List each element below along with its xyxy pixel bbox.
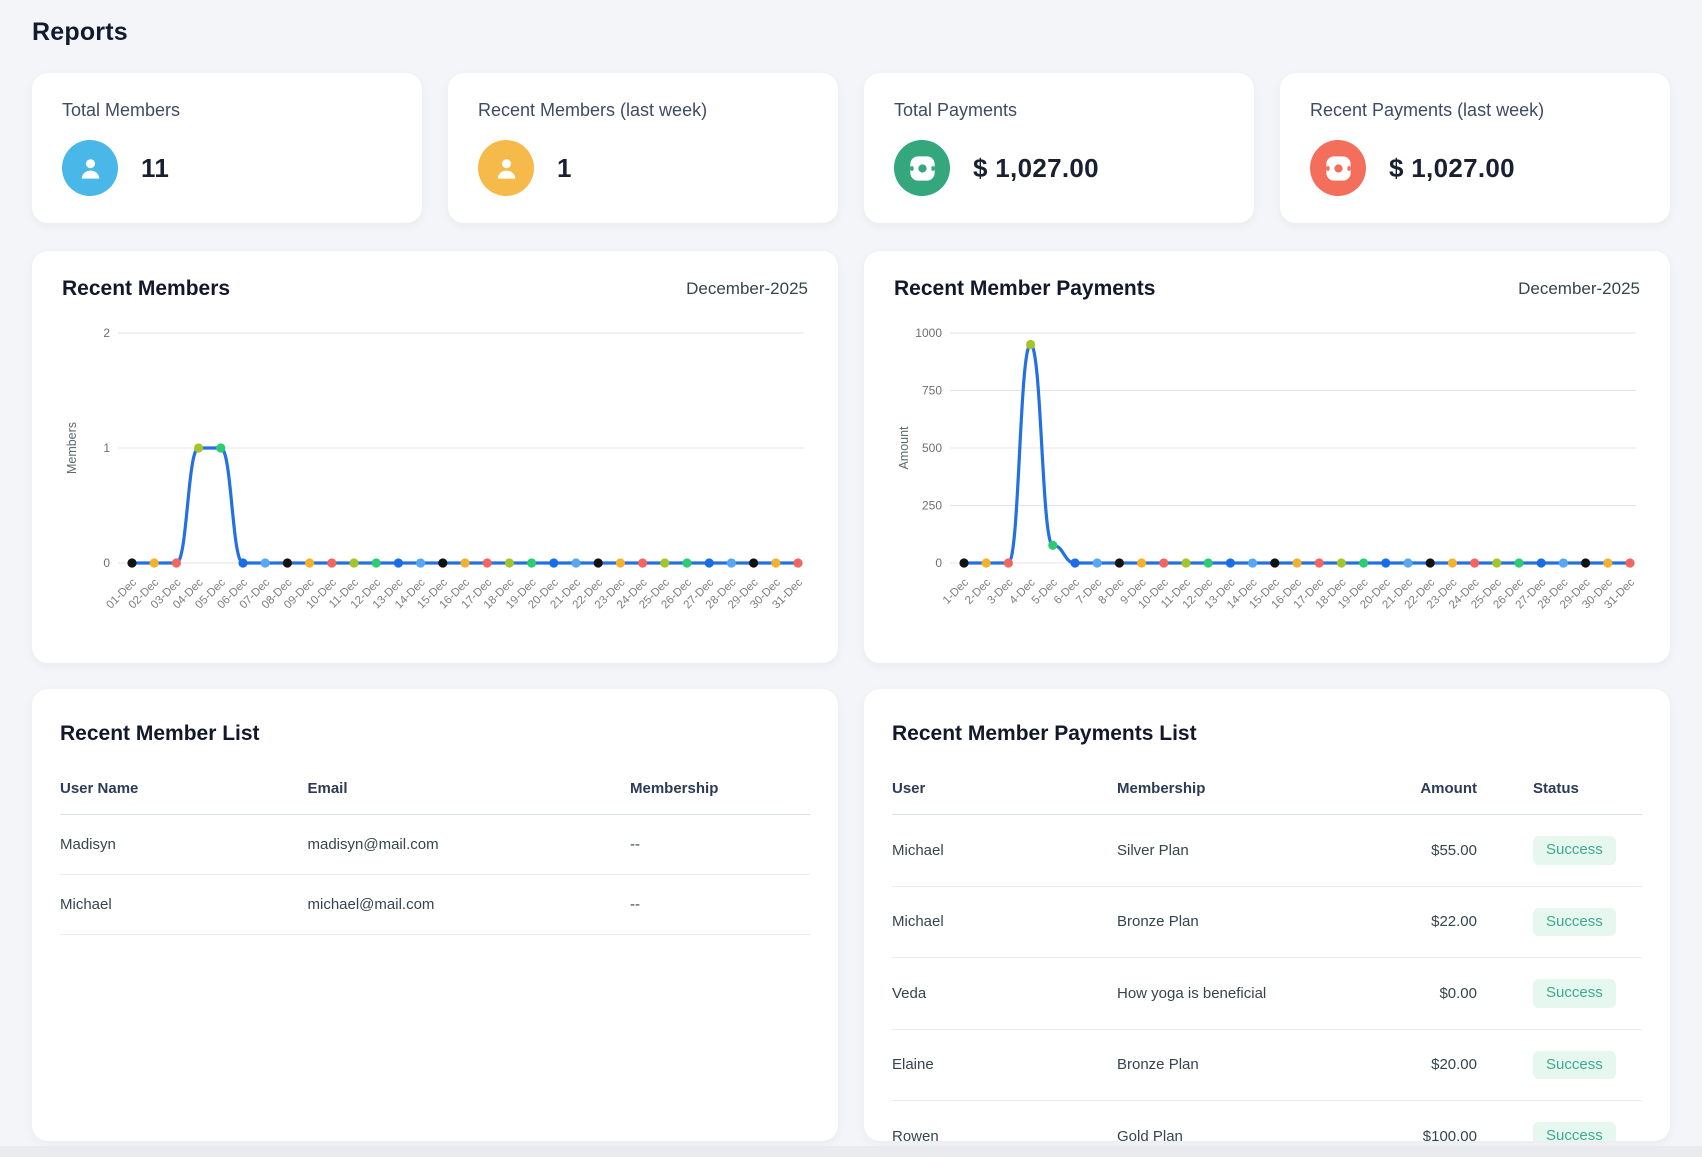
charts-row: Recent Members December-2025 0 1 2 Members 0… [32, 251, 1670, 663]
payment-user-cell: Michael [892, 815, 1117, 887]
status-badge: Success [1533, 836, 1616, 865]
stat-value: $ 1,027.00 [1389, 153, 1515, 184]
payment-row: RowenGold Plan$100.00 Success [892, 1101, 1642, 1142]
stat-value: 1 [557, 153, 572, 184]
recent-member-table: User Name Email Membership Madisynmadisy… [60, 768, 810, 935]
table-header-row: User Name Email Membership [60, 768, 810, 815]
card-head: Recent Members December-2025 [62, 277, 808, 301]
status-badge: Success [1533, 1051, 1616, 1080]
payment-status-cell: Success [1477, 958, 1642, 1030]
svg-text:500: 500 [922, 441, 942, 455]
member-user-cell: Michael [60, 875, 308, 935]
user-icon [62, 140, 118, 196]
payment-row: ElaineBronze Plan$20.00 Success [892, 1029, 1642, 1101]
stat-card-total-members: Total Members 11 [32, 73, 422, 223]
card-head: Recent Member Payments December-2025 [894, 277, 1640, 301]
payment-user-cell: Michael [892, 886, 1117, 958]
payments-line-chart: 02505007501000Amount1-Dec2-Dec3-Dec4-Dec… [894, 309, 1640, 639]
svg-text:1000: 1000 [915, 326, 942, 340]
cash-icon [1310, 140, 1366, 196]
payment-status-cell: Success [1477, 815, 1642, 887]
stat-value: 11 [141, 153, 169, 184]
svg-text:2: 2 [103, 326, 110, 340]
list-title: Recent Member List [60, 722, 810, 746]
stat-label: Total Members [62, 100, 392, 121]
chart-period: December-2025 [686, 279, 808, 299]
member-email-cell: michael@mail.com [308, 875, 631, 935]
recent-member-payments-table: User Membership Amount Status MichaelSil… [892, 768, 1642, 1141]
payment-user-cell: Veda [892, 958, 1117, 1030]
recent-member-payments-list-card: Recent Member Payments List User Members… [864, 689, 1670, 1141]
chart-period: December-2025 [1518, 279, 1640, 299]
table-header-row: User Membership Amount Status [892, 768, 1642, 815]
chart-title: Recent Member Payments [894, 277, 1155, 301]
recent-member-payments-chart-card: Recent Member Payments December-2025 0 25… [864, 251, 1670, 663]
stats-row: Total Members 11 Recent Members (last we… [32, 73, 1670, 223]
recent-members-chart-card: Recent Members December-2025 012Members0… [32, 251, 838, 663]
svg-text:1: 1 [103, 441, 110, 455]
chart-title: Recent Members [62, 277, 230, 301]
stat-card-recent-payments: Recent Payments (last week) $ 1,027.00 [1280, 73, 1670, 223]
col-header-amount: Amount [1387, 768, 1477, 815]
payment-membership-cell: Silver Plan [1117, 815, 1387, 887]
stat-card-recent-members: Recent Members (last week) 1 [448, 73, 838, 223]
payment-status-cell: Success [1477, 886, 1642, 958]
col-header-user: User [892, 768, 1117, 815]
payment-row: MichaelBronze Plan$22.00 Success [892, 886, 1642, 958]
page-title: Reports [32, 18, 1670, 47]
stat-value: $ 1,027.00 [973, 153, 1099, 184]
payment-row: VedaHow yoga is beneficial$0.00 Success [892, 958, 1642, 1030]
payment-membership-cell: Bronze Plan [1117, 1029, 1387, 1101]
payment-status-cell: Success [1477, 1029, 1642, 1101]
member-row: Michaelmichael@mail.com-- [60, 875, 810, 935]
status-badge: Success [1533, 979, 1616, 1008]
cash-icon [894, 140, 950, 196]
col-header-status: Status [1477, 768, 1642, 815]
col-header-membership: Membership [630, 768, 810, 815]
member-membership-cell: -- [630, 875, 810, 935]
bottom-edge [0, 1146, 1702, 1157]
svg-text:250: 250 [922, 499, 942, 513]
payment-amount-cell: $100.00 [1387, 1101, 1477, 1142]
recent-member-list-card: Recent Member List User Name Email Membe… [32, 689, 838, 1141]
lists-row: Recent Member List User Name Email Membe… [32, 689, 1670, 1141]
status-badge: Success [1533, 1122, 1616, 1141]
svg-text:Amount: Amount [897, 426, 911, 470]
payment-status-cell: Success [1477, 1101, 1642, 1142]
user-icon [478, 140, 534, 196]
member-membership-cell: -- [630, 815, 810, 875]
payment-row: MichaelSilver Plan$55.00 Success [892, 815, 1642, 887]
payment-membership-cell: How yoga is beneficial [1117, 958, 1387, 1030]
col-header-user-name: User Name [60, 768, 308, 815]
payment-amount-cell: $0.00 [1387, 958, 1477, 1030]
member-email-cell: madisyn@mail.com [308, 815, 631, 875]
payment-amount-cell: $22.00 [1387, 886, 1477, 958]
payment-amount-cell: $55.00 [1387, 815, 1477, 887]
reports-page: Reports Total Members 11 Recent Members … [0, 0, 1702, 1141]
status-badge: Success [1533, 908, 1616, 937]
payment-amount-cell: $20.00 [1387, 1029, 1477, 1101]
svg-text:Members: Members [65, 422, 79, 474]
list-title: Recent Member Payments List [892, 722, 1642, 746]
member-user-cell: Madisyn [60, 815, 308, 875]
payment-user-cell: Elaine [892, 1029, 1117, 1101]
member-row: Madisynmadisyn@mail.com-- [60, 815, 810, 875]
payment-membership-cell: Bronze Plan [1117, 886, 1387, 958]
svg-text:0: 0 [103, 556, 110, 570]
members-line-chart: 012Members01-Dec02-Dec03-Dec04-Dec05-Dec… [62, 309, 808, 639]
stat-label: Recent Payments (last week) [1310, 100, 1640, 121]
col-header-email: Email [308, 768, 631, 815]
col-header-membership: Membership [1117, 768, 1387, 815]
svg-text:0: 0 [935, 556, 942, 570]
stat-label: Total Payments [894, 100, 1224, 121]
stat-label: Recent Members (last week) [478, 100, 808, 121]
payment-user-cell: Rowen [892, 1101, 1117, 1142]
payment-membership-cell: Gold Plan [1117, 1101, 1387, 1142]
svg-text:750: 750 [922, 384, 942, 398]
stat-card-total-payments: Total Payments $ 1,027.00 [864, 73, 1254, 223]
